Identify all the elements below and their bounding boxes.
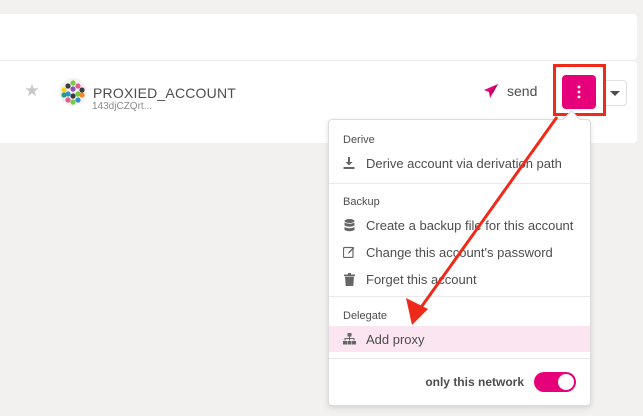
toggle-label: only this network	[425, 375, 524, 389]
send-label: send	[507, 83, 538, 99]
menu-item-create-backup[interactable]: Create a backup file for this account	[329, 212, 590, 238]
only-this-network-toggle[interactable]	[534, 372, 576, 392]
section-header-delegate: Delegate	[343, 310, 388, 322]
download-icon	[342, 156, 356, 170]
database-icon	[342, 218, 356, 232]
menu-divider	[329, 358, 590, 359]
header-card	[0, 14, 637, 60]
send-button[interactable]: send	[483, 80, 537, 102]
trash-icon	[342, 272, 356, 286]
section-header-derive: Derive	[343, 134, 375, 146]
account-name: PROXIED_ACCOUNT	[93, 85, 237, 101]
identicon-avatar	[59, 78, 87, 106]
section-header-backup: Backup	[343, 196, 380, 208]
menu-item-derive-account[interactable]: Derive account via derivation path	[329, 150, 590, 176]
menu-item-add-proxy[interactable]: Add proxy	[329, 326, 590, 352]
toggle-knob	[558, 374, 574, 390]
star-icon[interactable]: ★	[23, 82, 41, 100]
menu-item-label: Change this account's password	[366, 244, 553, 260]
network-toggle-row: only this network	[329, 369, 590, 395]
paper-plane-icon	[484, 84, 498, 98]
chevron-down-icon[interactable]	[606, 80, 627, 106]
menu-item-forget-account[interactable]: Forget this account	[329, 266, 590, 292]
menu-item-label: Create a backup file for this account	[366, 217, 574, 233]
menu-divider	[329, 296, 590, 297]
menu-item-label: Add proxy	[366, 331, 425, 347]
menu-item-label: Forget this account	[366, 271, 477, 287]
edit-icon	[342, 245, 356, 259]
menu-item-label: Derive account via derivation path	[366, 155, 562, 171]
menu-divider	[329, 183, 590, 184]
account-actions-menu: Derive Derive account via derivation pat…	[328, 119, 591, 406]
annotation-highlight-box	[553, 64, 606, 116]
sitemap-icon	[342, 332, 356, 346]
account-address[interactable]: 143djCZQrt...	[92, 101, 152, 112]
menu-item-change-password[interactable]: Change this account's password	[329, 239, 590, 265]
